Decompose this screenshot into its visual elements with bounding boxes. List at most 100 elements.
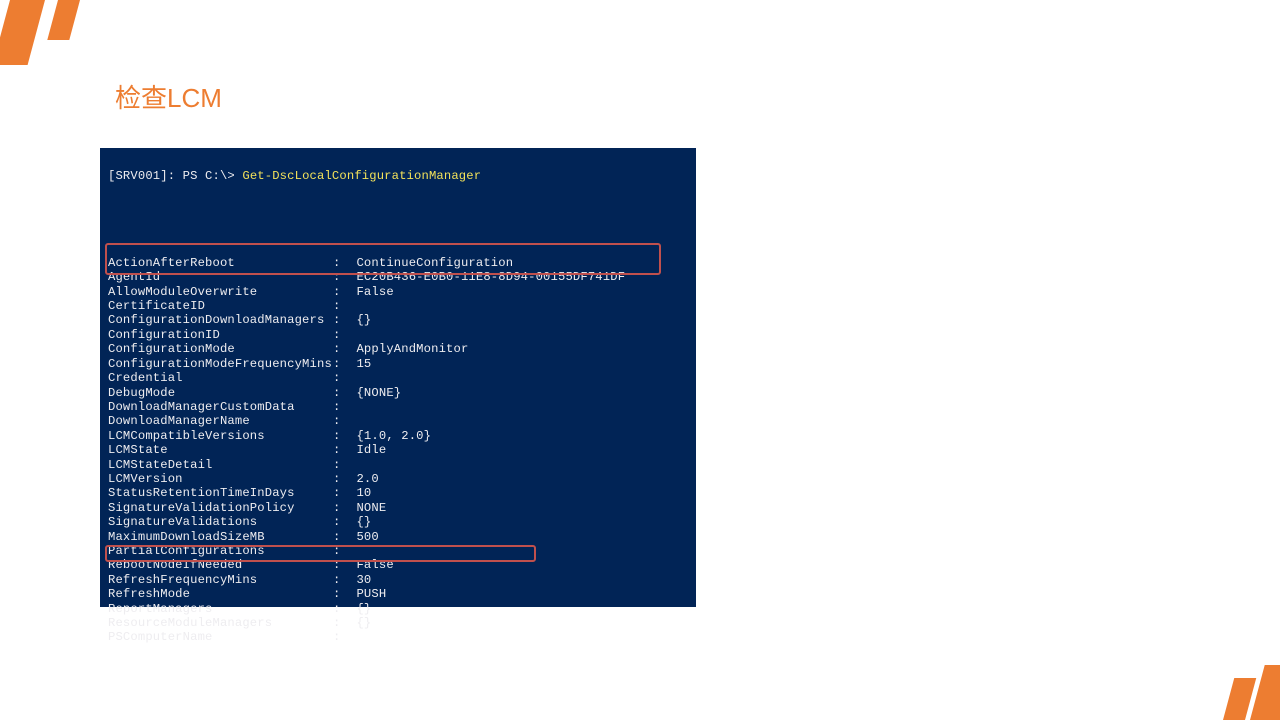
property-key: LCMStateDetail	[108, 458, 333, 472]
separator: :	[333, 285, 349, 299]
property-key: DownloadManagerCustomData	[108, 400, 333, 414]
property-value: ContinueConfiguration	[349, 256, 513, 270]
property-value: {}	[349, 616, 371, 630]
output-row: ResourceModuleManagers: {}	[108, 616, 688, 630]
output-row: SignatureValidations: {}	[108, 515, 688, 529]
separator: :	[333, 501, 349, 515]
property-value: 30	[349, 573, 371, 587]
property-key: AllowModuleOverwrite	[108, 285, 333, 299]
property-key: RefreshMode	[108, 587, 333, 601]
property-key: LCMState	[108, 443, 333, 457]
separator: :	[333, 443, 349, 457]
property-value	[349, 328, 356, 342]
property-key: ResourceModuleManagers	[108, 616, 333, 630]
separator: :	[333, 472, 349, 486]
separator: :	[333, 371, 349, 385]
output-row: PSComputerName:	[108, 630, 688, 644]
property-key: StatusRetentionTimeInDays	[108, 486, 333, 500]
output-row: RefreshMode: PUSH	[108, 587, 688, 601]
prompt-line: [SRV001]: PS C:\> Get-DscLocalConfigurat…	[108, 169, 688, 183]
output-row: DebugMode: {NONE}	[108, 386, 688, 400]
property-key: CertificateID	[108, 299, 333, 313]
separator: :	[333, 544, 349, 558]
output-row: ReportManagers: {}	[108, 602, 688, 616]
separator: :	[333, 587, 349, 601]
property-value	[349, 630, 356, 644]
property-key: Credential	[108, 371, 333, 385]
separator: :	[333, 328, 349, 342]
separator: :	[333, 414, 349, 428]
property-value: False	[349, 558, 394, 572]
property-key: SignatureValidations	[108, 515, 333, 529]
separator: :	[333, 256, 349, 270]
separator: :	[333, 357, 349, 371]
separator: :	[333, 400, 349, 414]
separator: :	[333, 386, 349, 400]
property-key: ConfigurationID	[108, 328, 333, 342]
output-row: DownloadManagerName:	[108, 414, 688, 428]
property-key: AgentId	[108, 270, 333, 284]
slide-title: 检查LCM	[115, 78, 222, 115]
separator: :	[333, 313, 349, 327]
property-value	[349, 414, 356, 428]
separator: :	[333, 616, 349, 630]
property-value: {}	[349, 602, 371, 616]
output-row: LCMState: Idle	[108, 443, 688, 457]
separator: :	[333, 486, 349, 500]
separator: :	[333, 558, 349, 572]
output-row: DownloadManagerCustomData:	[108, 400, 688, 414]
separator: :	[333, 429, 349, 443]
property-value: {}	[349, 313, 371, 327]
property-key: ConfigurationMode	[108, 342, 333, 356]
property-key: LCMVersion	[108, 472, 333, 486]
separator: :	[333, 602, 349, 616]
property-key: PSComputerName	[108, 630, 333, 644]
output-row: AgentId: EC20B436-E0B0-11E8-8D94-00155DF…	[108, 270, 688, 284]
property-value: False	[349, 285, 394, 299]
property-key: PartialConfigurations	[108, 544, 333, 558]
output-row: PartialConfigurations:	[108, 544, 688, 558]
property-key: DownloadManagerName	[108, 414, 333, 428]
property-key: ActionAfterReboot	[108, 256, 333, 270]
property-key: RefreshFrequencyMins	[108, 573, 333, 587]
output-row: RefreshFrequencyMins: 30	[108, 573, 688, 587]
output-row: LCMStateDetail:	[108, 458, 688, 472]
property-key: SignatureValidationPolicy	[108, 501, 333, 515]
property-value: PUSH	[349, 587, 386, 601]
separator: :	[333, 530, 349, 544]
property-key: MaximumDownloadSizeMB	[108, 530, 333, 544]
separator: :	[333, 515, 349, 529]
property-value: NONE	[349, 501, 386, 515]
property-value	[349, 544, 356, 558]
property-value: 2.0	[349, 472, 379, 486]
output-row: CertificateID:	[108, 299, 688, 313]
property-value	[349, 458, 356, 472]
separator: :	[333, 458, 349, 472]
property-key: RebootNodeIfNeeded	[108, 558, 333, 572]
property-key: DebugMode	[108, 386, 333, 400]
property-key: ConfigurationDownloadManagers	[108, 313, 333, 327]
property-value: {1.0, 2.0}	[349, 429, 431, 443]
logo-top-icon	[10, 0, 85, 70]
separator: :	[333, 342, 349, 356]
output-row: ConfigurationMode: ApplyAndMonitor	[108, 342, 688, 356]
prompt-prefix: [SRV001]: PS C:\>	[108, 169, 242, 183]
separator: :	[333, 299, 349, 313]
property-value: {NONE}	[349, 386, 401, 400]
property-value: 15	[349, 357, 371, 371]
output-row: ConfigurationID:	[108, 328, 688, 342]
property-key: LCMCompatibleVersions	[108, 429, 333, 443]
output-row: MaximumDownloadSizeMB: 500	[108, 530, 688, 544]
property-value	[349, 400, 356, 414]
output-row: LCMCompatibleVersions: {1.0, 2.0}	[108, 429, 688, 443]
separator: :	[333, 270, 349, 284]
property-key: ConfigurationModeFrequencyMins	[108, 357, 333, 371]
separator: :	[333, 573, 349, 587]
logo-bottom-icon	[1205, 665, 1280, 720]
property-value: EC20B436-E0B0-11E8-8D94-00155DF741DF	[349, 270, 625, 284]
output-row: Credential:	[108, 371, 688, 385]
property-value: 500	[349, 530, 379, 544]
output-row: ConfigurationDownloadManagers: {}	[108, 313, 688, 327]
powershell-console: [SRV001]: PS C:\> Get-DscLocalConfigurat…	[100, 148, 696, 607]
property-value	[349, 371, 356, 385]
